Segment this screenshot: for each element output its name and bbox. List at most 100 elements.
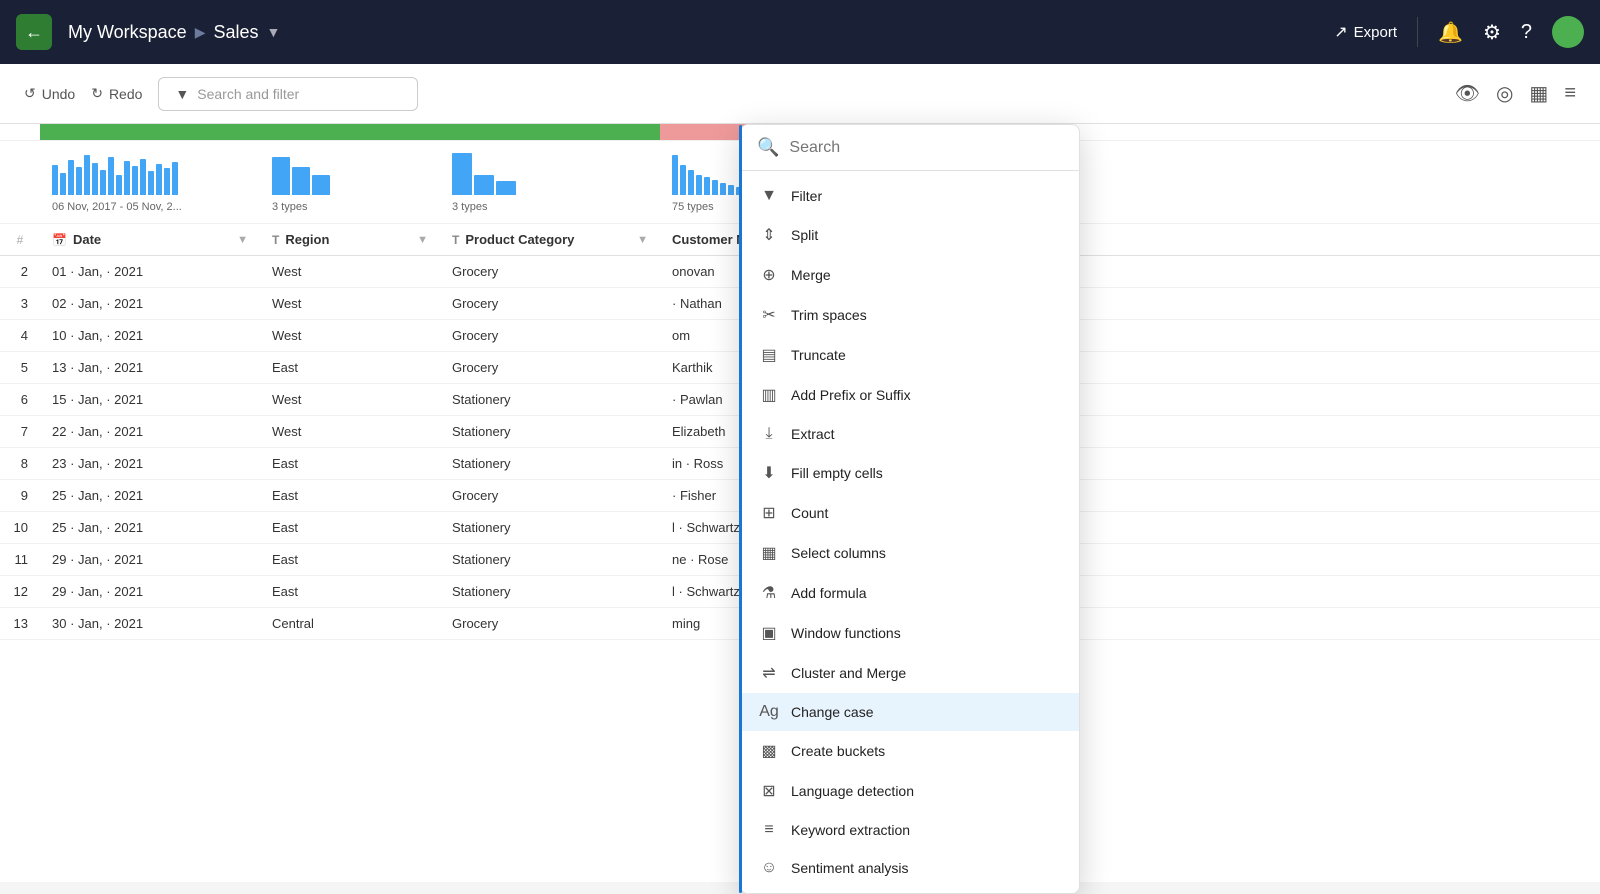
menu-item-trim_spaces[interactable]: ✂ Trim spaces: [741, 295, 1079, 335]
count-label: Count: [791, 505, 828, 521]
bell-icon[interactable]: 🔔: [1438, 20, 1463, 45]
cell-extra: [1040, 384, 1600, 416]
target-icon[interactable]: ◎: [1496, 81, 1513, 106]
menu-item-language_detection[interactable]: ⊠ Language detection: [741, 771, 1079, 811]
th-product-label: Product Category: [465, 232, 574, 247]
th-region[interactable]: T Region ▼: [260, 224, 440, 256]
keyword_extraction-icon: ≡: [759, 821, 779, 839]
cell-extra: [1040, 448, 1600, 480]
bar8: [108, 157, 114, 195]
cb8: [728, 185, 734, 195]
row-num: 10: [0, 512, 40, 544]
region-sort-icon[interactable]: ▼: [417, 234, 428, 246]
menu-item-add_formula[interactable]: ⚗ Add formula: [741, 573, 1079, 613]
rb2: [292, 167, 310, 195]
chart-rownum: [0, 141, 40, 224]
bar16: [172, 162, 178, 195]
search-input[interactable]: [789, 139, 1063, 157]
export-button[interactable]: ↗ Export: [1334, 22, 1397, 42]
fill_empty_cells-icon: ⬇: [759, 463, 779, 483]
menu-item-extract[interactable]: ⤓ Extract: [741, 415, 1079, 453]
cell-date: 30 · Jan, · 2021: [40, 608, 260, 640]
filter-label: Filter: [791, 188, 822, 204]
th-date-label: Date: [73, 232, 101, 247]
menu-item-truncate[interactable]: ▤ Truncate: [741, 335, 1079, 375]
product-sort-icon[interactable]: ▼: [637, 234, 648, 246]
product-summary: 3 types: [452, 199, 648, 215]
back-button[interactable]: ←: [16, 14, 52, 50]
extra-chart: [1040, 141, 1600, 224]
date-summary: 06 Nov, 2017 - 05 Nov, 2...: [52, 199, 248, 215]
add_formula-icon: ⚗: [759, 583, 779, 603]
cell-region: West: [260, 256, 440, 288]
bar-extra: [1040, 124, 1600, 141]
date-mini-chart: [52, 149, 248, 199]
cb3: [688, 170, 694, 195]
cell-region: West: [260, 416, 440, 448]
add_prefix_suffix-label: Add Prefix or Suffix: [791, 387, 911, 403]
th-region-label: Region: [285, 232, 329, 247]
bar5: [84, 155, 90, 195]
workspace-label[interactable]: My Workspace: [68, 22, 187, 43]
menu-item-split[interactable]: ⇕ Split: [741, 215, 1079, 255]
date-sort-icon[interactable]: ▼: [237, 234, 248, 246]
th-extra: [1040, 224, 1600, 256]
cell-region: West: [260, 320, 440, 352]
avatar[interactable]: [1552, 16, 1584, 48]
cell-region: East: [260, 448, 440, 480]
menu-item-merge[interactable]: ⊕ Merge: [741, 255, 1079, 295]
th-date[interactable]: 📅 Date ▼: [40, 224, 260, 256]
rb3: [312, 175, 330, 195]
dropdown-overlay: 🔍 ▼ Filter ⇕ Split ⊕ Merge ✂ Trim spaces…: [740, 124, 1080, 894]
search-icon: 🔍: [757, 137, 779, 158]
menu-item-fill_empty_cells[interactable]: ⬇ Fill empty cells: [741, 453, 1079, 493]
change_case-label: Change case: [791, 704, 874, 720]
cell-region: West: [260, 288, 440, 320]
toolbar-view-actions: 👁 ◎ ▦ ≡: [1455, 81, 1576, 106]
sentiment_analysis-icon: ☺: [759, 859, 779, 877]
truncate-label: Truncate: [791, 347, 846, 363]
top-bar: ← My Workspace ▶ Sales ▼ ↗ Export 🔔 ⚙ ?: [0, 0, 1600, 64]
extract-icon: ⤓: [759, 425, 779, 443]
pb1: [452, 153, 472, 195]
cell-product-category: Stationery: [440, 512, 660, 544]
chart-icon[interactable]: ▦: [1529, 81, 1548, 106]
menu-item-window_functions[interactable]: ▣ Window functions: [741, 613, 1079, 653]
project-label[interactable]: Sales: [213, 22, 258, 43]
undo-icon: ↺: [24, 85, 36, 102]
project-caret[interactable]: ▼: [267, 24, 281, 40]
menu-item-filter[interactable]: ▼ Filter: [741, 177, 1079, 215]
cb2: [680, 165, 686, 195]
menu-item-cluster_and_merge[interactable]: ⇌ Cluster and Merge: [741, 653, 1079, 693]
cluster_and_merge-icon: ⇌: [759, 663, 779, 683]
fill_empty_cells-label: Fill empty cells: [791, 465, 883, 481]
help-icon[interactable]: ?: [1521, 21, 1532, 44]
menu-item-keyword_extraction[interactable]: ≡ Keyword extraction: [741, 811, 1079, 849]
count-icon: ⊞: [759, 503, 779, 523]
list-icon[interactable]: ≡: [1564, 82, 1576, 105]
cb1: [672, 155, 678, 195]
cell-product-category: Stationery: [440, 448, 660, 480]
menu-item-create_buckets[interactable]: ▩ Create buckets: [741, 731, 1079, 771]
redo-button[interactable]: ↻ Redo: [91, 85, 142, 102]
search-filter-button[interactable]: ▼ Search and filter: [158, 77, 418, 111]
menu-item-select_columns[interactable]: ▦ Select columns: [741, 533, 1079, 573]
bar-date: [40, 124, 260, 141]
undo-button[interactable]: ↺ Undo: [24, 85, 75, 102]
menu-item-count[interactable]: ⊞ Count: [741, 493, 1079, 533]
menu-item-add_prefix_suffix[interactable]: ▥ Add Prefix or Suffix: [741, 375, 1079, 415]
row-num: 5: [0, 352, 40, 384]
product-mini-chart: [452, 149, 648, 199]
bar10: [124, 161, 130, 195]
search-box: 🔍: [741, 125, 1079, 171]
split-label: Split: [791, 227, 818, 243]
row-num: 8: [0, 448, 40, 480]
window_functions-icon: ▣: [759, 623, 779, 643]
menu-item-sentiment_analysis[interactable]: ☺ Sentiment analysis: [741, 849, 1079, 887]
gear-icon[interactable]: ⚙: [1483, 20, 1501, 45]
th-product-category[interactable]: T Product Category ▼: [440, 224, 660, 256]
menu-item-change_case[interactable]: Ag Change case: [741, 693, 1079, 731]
eye-icon[interactable]: 👁: [1455, 81, 1480, 106]
cell-date: 23 · Jan, · 2021: [40, 448, 260, 480]
dropdown-blue-bar: [739, 125, 742, 893]
